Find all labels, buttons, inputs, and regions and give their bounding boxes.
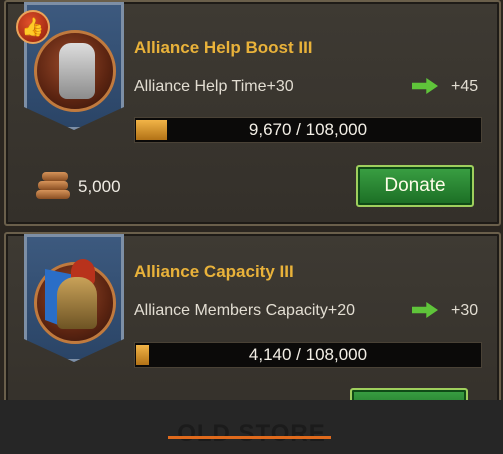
upgrade-arrow-icon (412, 302, 438, 318)
upgrade-increase: +30 (451, 302, 479, 319)
progress-bar: 9,670 / 108,000 (134, 117, 482, 143)
knight-armor-icon (34, 30, 116, 112)
upgrade-arrow-icon (412, 78, 438, 94)
tech-description: Alliance Help Time+30 (134, 78, 294, 95)
donate-button[interactable]: Donate (356, 165, 474, 207)
donation-cost: 5,000 (78, 177, 121, 196)
progress-text: 4,140 / 108,000 (248, 345, 368, 364)
tech-description: Alliance Members Capacity+20 (134, 302, 355, 319)
overlay-label: OLD STORE (177, 420, 326, 447)
knight-helmet-shape (59, 43, 95, 99)
tech-title: Alliance Capacity III (134, 262, 294, 281)
tech-title: Alliance Help Boost III (134, 38, 313, 57)
upgrade-increase: +45 (451, 78, 479, 95)
bottom-overlay: OLD STORE (0, 400, 503, 454)
spartan-helm-shape (57, 277, 97, 329)
wood-resource-icon (36, 172, 72, 200)
progress-text: 9,670 / 108,000 (248, 120, 368, 139)
overlay-underline (168, 436, 331, 439)
spartan-helmet-icon (34, 259, 116, 344)
thumbs-up-icon: 👍 (16, 10, 50, 44)
tech-card-help-boost[interactable]: 👍 Alliance Help Boost III Alliance Help … (4, 0, 501, 226)
progress-bar: 4,140 / 108,000 (134, 342, 482, 368)
